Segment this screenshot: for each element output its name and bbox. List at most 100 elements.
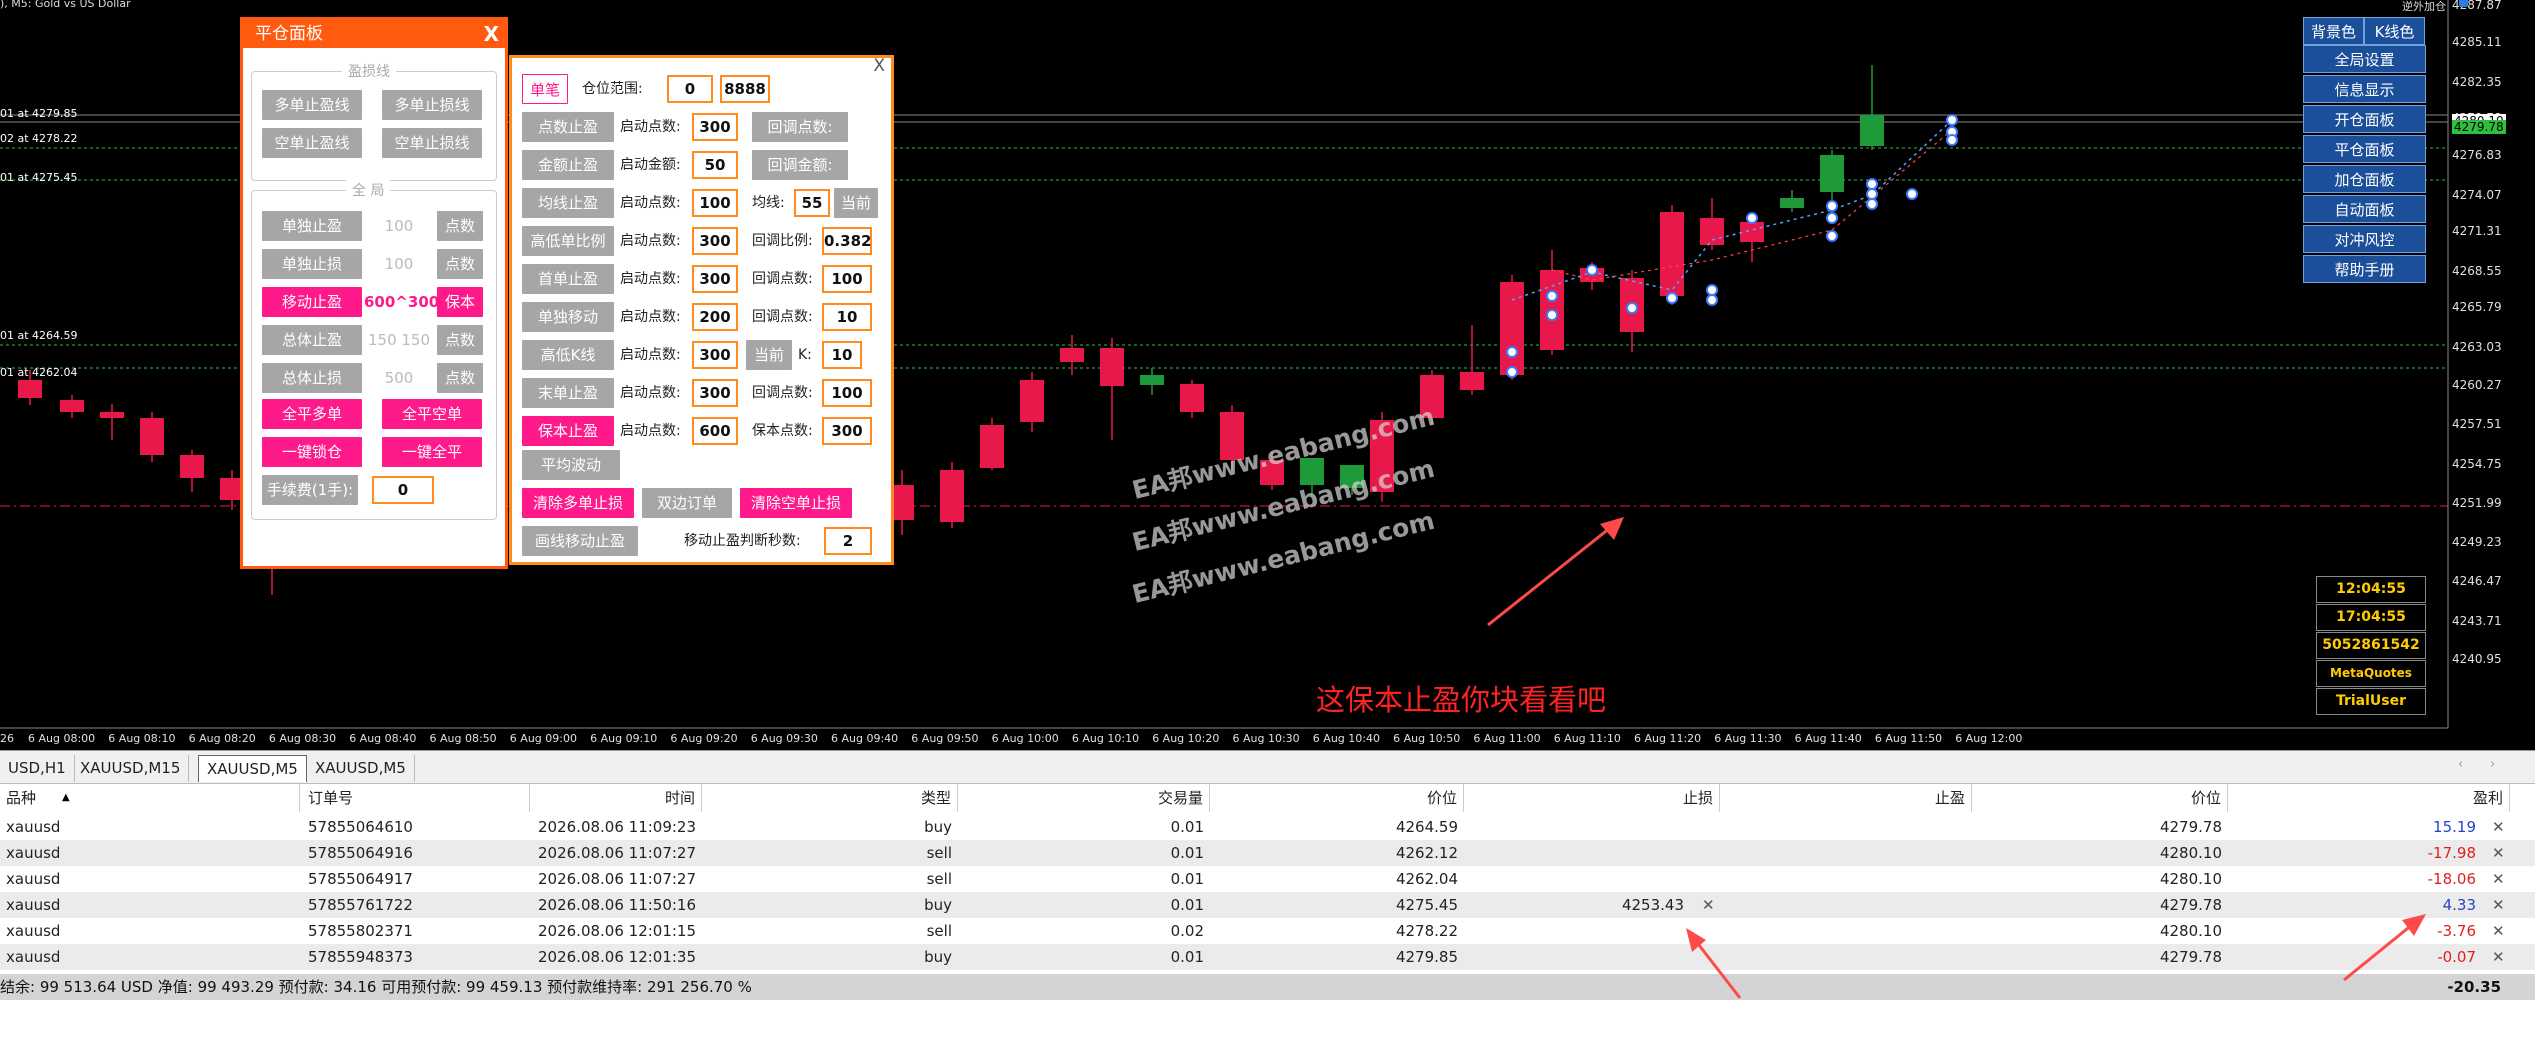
close-icon[interactable]: X [873,56,885,76]
judge-seconds-input[interactable]: 2 [824,527,872,555]
panel1-unit-button[interactable]: 点数 [437,211,483,241]
tp-param-input[interactable]: 0.382 [822,227,872,255]
table-row[interactable]: xauusd 57855948373 2026.08.06 12:01:35 buy 0… [0,944,2535,970]
tab-chart[interactable]: XAUUSD,M5 [307,755,415,782]
tp-k-input[interactable]: 10 [822,341,862,369]
close-icon[interactable]: X [484,20,499,48]
tp-mode-button[interactable]: 金额止盈 [522,150,614,180]
tp-start-input[interactable]: 300 [692,227,738,255]
table-header[interactable]: 交易量 [960,784,1210,812]
panel1-action-button[interactable]: 移动止盈 [262,287,362,317]
tp-start-input[interactable]: 300 [692,265,738,293]
right-menu-item[interactable]: 帮助手册 [2303,255,2426,283]
tp-start-input[interactable]: 600 [692,417,738,445]
tab-prev-icon[interactable]: ‹ [2458,757,2463,772]
tp-mode-button[interactable]: 单独移动 [522,302,614,332]
long-sl-line-button[interactable]: 多单止损线 [382,90,482,120]
close-all-short-button[interactable]: 全平空单 [382,399,482,429]
table-header[interactable]: 盈利 [2230,784,2510,812]
right-menu-item[interactable]: 加仓面板 [2303,165,2426,193]
right-menu-item[interactable]: 平仓面板 [2303,135,2426,163]
tp-param-input[interactable]: 300 [822,417,872,445]
table-header[interactable]: 订单号 [302,784,530,812]
tab-chart[interactable]: USD,H1 [0,755,75,782]
tp-mode-button[interactable]: 首单止盈 [522,264,614,294]
close-order-icon[interactable]: ✕ [2492,840,2505,866]
lock-all-button[interactable]: 一键锁仓 [262,437,362,467]
bg-color-button[interactable]: 背景色 [2303,17,2364,45]
table-header[interactable]: 止盈 [1722,784,1972,812]
panel1-unit-button[interactable]: 点数 [437,325,483,355]
right-menu-item[interactable]: 全局设置 [2303,45,2426,73]
right-menu-item[interactable]: 信息显示 [2303,75,2426,103]
tp-start-input[interactable]: 100 [692,189,738,217]
table-row[interactable]: xauusd 57855064916 2026.08.06 11:07:27 sell… [0,840,2535,866]
tp-mode-button[interactable]: 末单止盈 [522,378,614,408]
tp-callback-button[interactable]: 回调金额: [752,150,848,180]
tab-chart[interactable]: XAUUSD,M15 [72,755,190,782]
tp-param-input[interactable]: 10 [822,303,872,331]
table-header[interactable]: 时间 [532,784,702,812]
clear-short-sl-button[interactable]: 清除空单止损 [740,488,852,518]
close-all-long-button[interactable]: 全平多单 [262,399,362,429]
panel1-unit-button[interactable]: 点数 [437,249,483,279]
panel1-action-button[interactable]: 单独止损 [262,249,362,279]
tp-param-input[interactable]: 100 [822,265,872,293]
table-header[interactable]: 类型 [704,784,958,812]
tp-start-input[interactable]: 50 [692,151,738,179]
panel-header[interactable]: 平仓面板 X [243,20,505,48]
single-order-button[interactable]: 单笔 [522,74,568,104]
k-color-button[interactable]: K线色 [2364,17,2425,45]
draw-line-trailing-button[interactable]: 画线移动止盈 [522,526,638,556]
close-all-button[interactable]: 一键全平 [382,437,482,467]
table-header[interactable]: 品种 [0,784,300,812]
pin-icon[interactable] [2459,0,2468,7]
tp-start-input[interactable]: 200 [692,303,738,331]
tp-start-input[interactable]: 300 [692,379,738,407]
sort-asc-icon[interactable]: ▲ [62,784,70,812]
panel1-action-button[interactable]: 总体止损 [262,363,362,393]
right-menu-item[interactable]: 自动面板 [2303,195,2426,223]
tp-start-input[interactable]: 300 [692,113,738,141]
tp-mode-button[interactable]: 保本止盈 [522,416,614,446]
fee-input[interactable]: 0 [372,476,434,504]
current-button[interactable]: 当前 [834,188,878,218]
remove-sl-icon[interactable]: ✕ [1702,892,1715,918]
tp-param-input[interactable]: 100 [822,379,872,407]
current-button[interactable]: 当前 [746,340,792,370]
long-tp-line-button[interactable]: 多单止盈线 [262,90,362,120]
table-row[interactable]: xauusd 57855802371 2026.08.06 12:01:15 sell… [0,918,2535,944]
close-order-icon[interactable]: ✕ [2492,866,2505,892]
tp-mode-button[interactable]: 点数止盈 [522,112,614,142]
right-menu-item[interactable]: 开仓面板 [2303,105,2426,133]
panel1-action-button[interactable]: 总体止盈 [262,325,362,355]
panel1-action-button[interactable]: 单独止盈 [262,211,362,241]
right-menu-item[interactable]: 对冲风控 [2303,225,2426,253]
table-header[interactable]: 价位 [1974,784,2228,812]
avg-volatility-button[interactable]: 平均波动 [522,450,620,480]
table-row[interactable]: xauusd 57855064917 2026.08.06 11:07:27 sell… [0,866,2535,892]
price-chart[interactable]: ), M5: Gold vs US Dollar 4287.87 4285.11 4… [0,0,2535,750]
table-row[interactable]: xauusd 57855761722 2026.08.06 11:50:16 buy 0… [0,892,2535,918]
close-order-icon[interactable]: ✕ [2492,892,2505,918]
table-row[interactable]: xauusd 57855064610 2026.08.06 11:09:23 buy 0… [0,814,2535,840]
both-orders-button[interactable]: 双边订单 [642,488,732,518]
tp-callback-button[interactable]: 回调点数: [752,112,848,142]
table-header[interactable]: 价位 [1212,784,1464,812]
range-to-input[interactable]: 8888 [720,75,770,103]
tp-mode-button[interactable]: 高低K线 [522,340,614,370]
tp-mode-button[interactable]: 均线止盈 [522,188,614,218]
tp-param-input[interactable]: 55 [794,189,830,217]
close-order-icon[interactable]: ✕ [2492,944,2505,970]
close-order-icon[interactable]: ✕ [2492,814,2505,840]
close-order-icon[interactable]: ✕ [2492,918,2505,944]
tab-chart[interactable]: XAUUSD,M5 [198,755,307,782]
panel1-unit-button[interactable]: 保本 [437,287,483,317]
tp-start-input[interactable]: 300 [692,341,738,369]
range-from-input[interactable]: 0 [667,75,713,103]
table-header[interactable]: 止损 [1466,784,1720,812]
short-sl-line-button[interactable]: 空单止损线 [382,128,482,158]
fee-button[interactable]: 手续费(1手): [262,475,358,505]
short-tp-line-button[interactable]: 空单止盈线 [262,128,362,158]
tab-next-icon[interactable]: › [2490,757,2495,772]
